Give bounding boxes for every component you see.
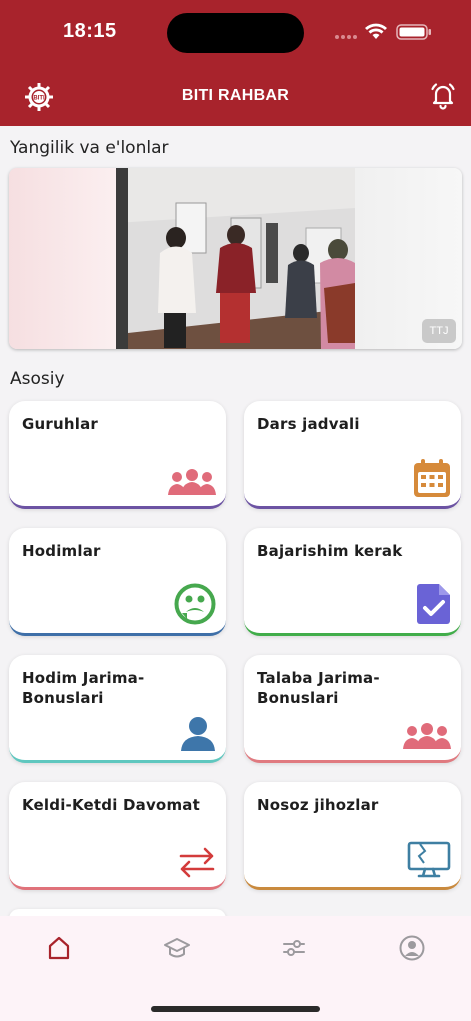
face-icon: [174, 583, 216, 625]
battery-icon: [396, 24, 431, 40]
person-icon: [181, 717, 215, 751]
group-icon: [403, 723, 451, 749]
wifi-icon: [365, 23, 387, 39]
card-talaba-jarima-bonuslari[interactable]: Talaba Jarima-Bonuslari: [244, 655, 461, 763]
banner-badge: TTJ: [422, 319, 456, 343]
card-label: Hodimlar: [22, 542, 101, 560]
news-photo: [116, 168, 355, 349]
bottom-navigation: [0, 916, 471, 1021]
profile-icon[interactable]: [398, 934, 426, 962]
news-section-title: Yangilik va e'lonlar: [10, 138, 169, 158]
card-label: Dars jadvali: [257, 415, 360, 433]
card-label: Bajarishim kerak: [257, 542, 403, 560]
app-bar: BITI BITI RAHBAR: [0, 74, 471, 120]
sliders-icon[interactable]: [280, 934, 308, 962]
broken-monitor-icon: [407, 841, 451, 878]
home-icon[interactable]: [45, 934, 73, 962]
card-label: Talaba Jarima-Bonuslari: [257, 669, 380, 707]
main-section-title: Asosiy: [10, 369, 65, 389]
card-guruhlar[interactable]: Guruhlar: [9, 401, 226, 509]
banner-left-panel: [9, 168, 116, 349]
swap-arrows-icon: [179, 847, 215, 878]
card-label: Guruhlar: [22, 415, 99, 433]
card-label: Hodim Jarima-Bonuslari: [22, 669, 145, 707]
group-icon: [168, 469, 216, 495]
dynamic-island: [167, 13, 304, 53]
card-keldi-ketdi-davomat[interactable]: Keldi-Ketdi Davomat: [9, 782, 226, 890]
document-check-icon: [417, 584, 450, 624]
card-label: Keldi-Ketdi Davomat: [22, 796, 200, 814]
app-title: BITI RAHBAR: [181, 87, 290, 104]
calendar-icon: [414, 459, 450, 497]
status-time: 18:15: [63, 20, 117, 42]
card-nosoz-jihozlar[interactable]: Nosoz jihozlar: [244, 782, 461, 890]
card-hodim-jarima-bonuslari[interactable]: Hodim Jarima-Bonuslari: [9, 655, 226, 763]
signal-icon: [335, 35, 357, 39]
card-hodimlar[interactable]: Hodimlar: [9, 528, 226, 636]
card-bajarishim-kerak[interactable]: Bajarishim kerak: [244, 528, 461, 636]
card-dars-jadvali[interactable]: Dars jadvali: [244, 401, 461, 509]
graduation-cap-icon[interactable]: [163, 934, 191, 962]
app-header: 18:15 BITI BITI RAHBAR: [0, 0, 471, 126]
news-banner[interactable]: TTJ: [9, 168, 462, 349]
home-indicator: [151, 1006, 320, 1012]
status-bar: 18:15: [0, 0, 471, 64]
card-label: Nosoz jihozlar: [257, 796, 379, 814]
notification-bell-icon[interactable]: [430, 82, 456, 110]
